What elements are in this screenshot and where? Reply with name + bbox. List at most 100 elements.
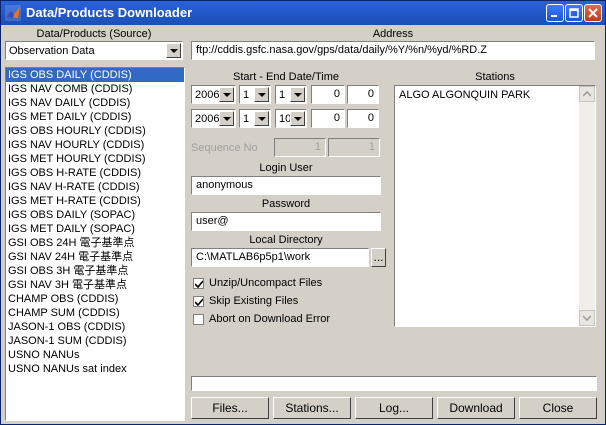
list-item[interactable]: GSI OBS 3H 電子基準点 bbox=[6, 264, 184, 278]
maximize-icon bbox=[569, 8, 579, 18]
end-minute-input[interactable]: 0 bbox=[347, 109, 379, 128]
sequence-label: Sequence No bbox=[191, 142, 258, 154]
sequence-from-input: 1 bbox=[274, 138, 326, 157]
address-label: Address bbox=[372, 28, 414, 40]
maximize-button[interactable] bbox=[565, 4, 583, 22]
chevron-down-icon bbox=[170, 49, 178, 53]
start-minute-input[interactable]: 0 bbox=[347, 85, 379, 104]
list-item[interactable]: IGS MET DAILY (SOPAC) bbox=[6, 222, 184, 236]
chevron-down-icon bbox=[258, 93, 266, 97]
chevron-down-icon bbox=[294, 117, 302, 121]
downloader-window: Data/Products Downloader Data/Products (… bbox=[0, 0, 606, 425]
sequence-to-input: 1 bbox=[328, 138, 380, 157]
start-hour-input[interactable]: 0 bbox=[311, 85, 345, 104]
start-day-value: 1 bbox=[279, 89, 286, 101]
list-item[interactable]: IGS OBS DAILY (SOPAC) bbox=[6, 208, 184, 222]
end-hour-input[interactable]: 0 bbox=[311, 109, 345, 128]
skip-existing-label: Skip Existing Files bbox=[209, 295, 299, 307]
title-bar[interactable]: Data/Products Downloader bbox=[1, 1, 605, 25]
dropdown-button[interactable] bbox=[290, 87, 305, 102]
list-item[interactable]: USNO NANUs bbox=[6, 348, 184, 362]
end-year-select[interactable]: 2006 bbox=[191, 109, 236, 128]
list-item[interactable]: IGS OBS DAILY (CDDIS) bbox=[6, 68, 184, 82]
close-icon bbox=[588, 8, 598, 18]
password-input[interactable]: user@ bbox=[191, 212, 381, 231]
list-item[interactable]: IGS MET HOURLY (CDDIS) bbox=[6, 152, 184, 166]
list-item[interactable]: GSI NAV 24H 電子基準点 bbox=[6, 250, 184, 264]
list-item[interactable]: IGS OBS H-RATE (CDDIS) bbox=[6, 166, 184, 180]
log-button[interactable]: Log... bbox=[355, 397, 433, 419]
stations-scrollbar[interactable] bbox=[579, 86, 595, 326]
start-year-value: 2006 bbox=[195, 89, 220, 101]
skip-existing-checkbox[interactable] bbox=[193, 296, 204, 307]
dropdown-button[interactable] bbox=[254, 87, 269, 102]
scroll-up-button[interactable] bbox=[579, 86, 595, 102]
list-item[interactable]: GSI NAV 3H 電子基準点 bbox=[6, 278, 184, 292]
list-item[interactable]: GSI OBS 24H 電子基準点 bbox=[6, 236, 184, 250]
dropdown-button[interactable] bbox=[254, 111, 269, 126]
list-item[interactable]: IGS NAV DAILY (CDDIS) bbox=[6, 96, 184, 110]
dropdown-button[interactable] bbox=[290, 111, 305, 126]
list-item[interactable]: JASON-1 SUM (CDDIS) bbox=[6, 334, 184, 348]
dropdown-button[interactable] bbox=[219, 87, 234, 102]
chevron-down-icon bbox=[258, 117, 266, 121]
end-month-select[interactable]: 1 bbox=[239, 109, 271, 128]
chevron-down-icon bbox=[223, 117, 231, 121]
local-directory-input[interactable]: C:\MATLAB6p5p1\work bbox=[191, 248, 369, 267]
dropdown-button[interactable] bbox=[219, 111, 234, 126]
unzip-label: Unzip/Uncompact Files bbox=[209, 277, 323, 289]
chevron-down-icon bbox=[223, 93, 231, 97]
checkmark-icon bbox=[195, 298, 203, 306]
list-item[interactable]: JASON-1 OBS (CDDIS) bbox=[6, 320, 184, 334]
scroll-down-button[interactable] bbox=[579, 310, 595, 326]
end-day-select[interactable]: 10 bbox=[275, 109, 307, 128]
list-item[interactable]: IGS NAV COMB (CDDIS) bbox=[6, 82, 184, 96]
products-list[interactable]: IGS OBS DAILY (CDDIS) IGS NAV COMB (CDDI… bbox=[5, 67, 185, 421]
list-item[interactable]: IGS MET H-RATE (CDDIS) bbox=[6, 194, 184, 208]
chevron-down-icon bbox=[583, 315, 591, 321]
list-item[interactable]: IGS NAV H-RATE (CDDIS) bbox=[6, 180, 184, 194]
close-button[interactable]: Close bbox=[519, 397, 597, 419]
minimize-icon bbox=[551, 15, 557, 17]
login-user-input[interactable]: anonymous bbox=[191, 176, 381, 195]
matlab-app-icon bbox=[5, 5, 21, 21]
date-range-label: Start - End Date/Time bbox=[233, 71, 339, 83]
window-title: Data/Products Downloader bbox=[26, 5, 193, 20]
stations-label: Stations bbox=[475, 71, 515, 83]
browse-directory-button[interactable]: ... bbox=[371, 248, 386, 267]
minimize-button[interactable] bbox=[546, 4, 564, 22]
abort-on-error-checkbox[interactable] bbox=[193, 314, 204, 325]
source-label: Data/Products (Source) bbox=[36, 28, 152, 40]
end-year-value: 2006 bbox=[195, 113, 220, 125]
chevron-up-icon bbox=[583, 91, 591, 97]
list-item[interactable]: IGS NAV HOURLY (CDDIS) bbox=[6, 138, 184, 152]
files-button[interactable]: Files... bbox=[191, 397, 269, 419]
download-button[interactable]: Download bbox=[437, 397, 515, 419]
stations-list[interactable]: ALGO ALGONQUIN PARK bbox=[394, 85, 596, 327]
list-item[interactable]: CHAMP SUM (CDDIS) bbox=[6, 306, 184, 320]
status-bar bbox=[191, 376, 597, 391]
local-directory-label: Local Directory bbox=[249, 234, 323, 246]
dropdown-button[interactable] bbox=[166, 43, 181, 58]
address-input[interactable]: ftp://cddis.gsfc.nasa.gov/gps/data/daily… bbox=[191, 41, 595, 60]
list-item[interactable]: USNO NANUs sat index bbox=[6, 362, 184, 376]
unzip-checkbox[interactable] bbox=[193, 278, 204, 289]
start-month-select[interactable]: 1 bbox=[239, 85, 271, 104]
stations-button[interactable]: Stations... bbox=[273, 397, 351, 419]
end-month-value: 1 bbox=[243, 113, 250, 125]
start-day-select[interactable]: 1 bbox=[275, 85, 307, 104]
close-window-button[interactable] bbox=[584, 4, 602, 22]
list-item[interactable]: CHAMP OBS (CDDIS) bbox=[6, 292, 184, 306]
chevron-down-icon bbox=[294, 93, 302, 97]
start-year-select[interactable]: 2006 bbox=[191, 85, 236, 104]
start-month-value: 1 bbox=[243, 89, 250, 101]
login-user-label: Login User bbox=[259, 162, 313, 174]
list-item[interactable]: IGS MET DAILY (CDDIS) bbox=[6, 110, 184, 124]
source-select[interactable]: Observation Data bbox=[5, 41, 183, 60]
password-label: Password bbox=[261, 198, 311, 210]
list-item[interactable]: IGS OBS HOURLY (CDDIS) bbox=[6, 124, 184, 138]
abort-on-error-label: Abort on Download Error bbox=[209, 313, 331, 325]
list-item[interactable]: ALGO ALGONQUIN PARK bbox=[395, 86, 595, 102]
source-selected-value: Observation Data bbox=[9, 45, 95, 57]
checkmark-icon bbox=[195, 280, 203, 288]
